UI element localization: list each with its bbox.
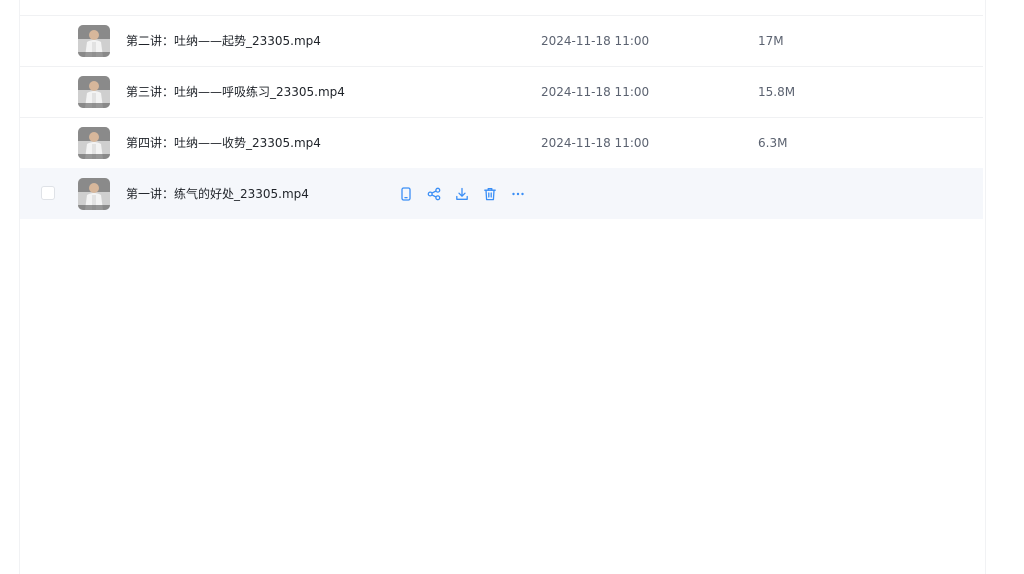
share-icon[interactable] (426, 186, 442, 202)
file-row[interactable]: 第二讲：吐纳——起势_23305.mp4 2024-11-18 11:00 17… (20, 15, 983, 66)
video-thumbnail[interactable] (78, 178, 110, 210)
more-icon[interactable] (510, 186, 526, 202)
phone-icon[interactable] (398, 186, 414, 202)
video-thumbnail[interactable] (78, 25, 110, 57)
file-row[interactable]: 第四讲：吐纳——收势_23305.mp4 2024-11-18 11:00 6.… (20, 117, 983, 168)
file-list: 第二讲：吐纳——起势_23305.mp4 2024-11-18 11:00 17… (20, 15, 983, 219)
file-size: 15.8M (758, 85, 796, 99)
download-icon[interactable] (454, 186, 470, 202)
file-panel: 第二讲：吐纳——起势_23305.mp4 2024-11-18 11:00 17… (19, 0, 986, 574)
row-checkbox[interactable] (41, 186, 55, 200)
file-name[interactable]: 第四讲：吐纳——收势_23305.mp4 (126, 134, 321, 152)
row-actions (398, 186, 538, 202)
file-size: 17M (758, 34, 784, 48)
file-row-hovered[interactable]: 第一讲：练气的好处_23305.mp4 (20, 168, 983, 219)
file-row[interactable]: 第三讲：吐纳——呼吸练习_23305.mp4 2024-11-18 11:00 … (20, 66, 983, 117)
file-date: 2024-11-18 11:00 (541, 34, 650, 48)
file-name[interactable]: 第一讲：练气的好处_23305.mp4 (126, 185, 309, 203)
video-thumbnail[interactable] (78, 127, 110, 159)
file-size: 6.3M (758, 136, 788, 150)
delete-icon[interactable] (482, 186, 498, 202)
file-name[interactable]: 第三讲：吐纳——呼吸练习_23305.mp4 (126, 83, 345, 101)
video-thumbnail[interactable] (78, 76, 110, 108)
file-date: 2024-11-18 11:00 (541, 85, 650, 99)
file-name[interactable]: 第二讲：吐纳——起势_23305.mp4 (126, 32, 321, 50)
file-date: 2024-11-18 11:00 (541, 136, 650, 150)
